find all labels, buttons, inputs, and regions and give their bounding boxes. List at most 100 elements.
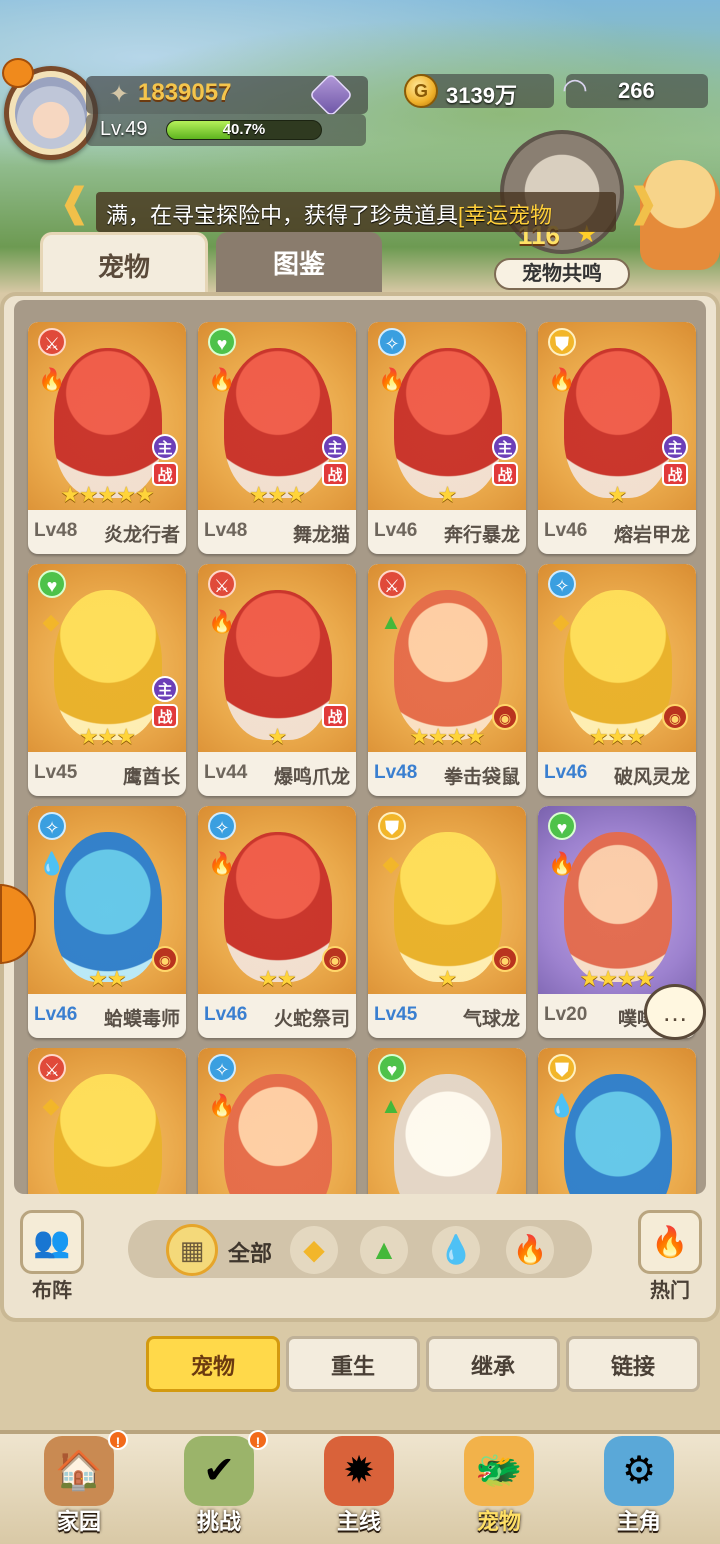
nav-home[interactable]: 🏠 ! 家园 xyxy=(24,1430,134,1540)
pet-name: 火蛇祭司 xyxy=(273,1009,350,1030)
filter-grass-icon[interactable]: ▲ xyxy=(360,1226,408,1274)
pet-portrait xyxy=(394,832,502,982)
filter-water-icon[interactable]: 💧 xyxy=(432,1226,480,1274)
fire-element-icon: 🔥 xyxy=(208,609,236,634)
pet-portrait xyxy=(54,590,162,740)
formation-button[interactable]: 👥 xyxy=(20,1210,84,1274)
star-rating: ★ xyxy=(607,482,628,507)
main-tag: 主 xyxy=(152,434,178,460)
pet-level: Lv44 xyxy=(204,762,248,783)
pet-portrait xyxy=(224,590,332,740)
chat-icon[interactable]: … xyxy=(644,984,706,1040)
water-element-icon: 💧 xyxy=(548,1093,576,1118)
pet-card[interactable]: ♥ 🔥 主 战 ★★★ Lv48 舞龙猫 xyxy=(198,322,356,554)
wings-icon: ✦ xyxy=(108,81,130,108)
pet-card[interactable]: ⛊ ◆ ◉ ★ Lv45 气球龙 xyxy=(368,806,526,1038)
subtab-link[interactable]: 链接 xyxy=(566,1336,700,1392)
pet-portrait xyxy=(224,1074,332,1194)
pet-level: Lv48 xyxy=(204,520,248,541)
pet-level: Lv46 xyxy=(204,1004,248,1025)
pet-name: 爆鸣爪龙 xyxy=(273,767,350,788)
pet-name: 破风灵龙 xyxy=(613,767,690,788)
pet-name: 鹰酋长 xyxy=(122,767,180,788)
filter-all-icon[interactable]: ▦ xyxy=(166,1224,218,1276)
heart-type-icon: ♥ xyxy=(38,570,66,598)
earth-element-icon: ◆ xyxy=(42,1093,60,1118)
star-rating: ★★★★★ xyxy=(60,482,155,507)
nav-main-quest-label: 主线 xyxy=(336,1509,381,1534)
pet-portrait xyxy=(394,1074,502,1194)
shield-type-icon: ⛊ xyxy=(548,1054,576,1082)
pet-card[interactable]: ⛊ 🔥 主 战 ★ Lv46 熔岩甲龙 xyxy=(538,322,696,554)
heart-type-icon: ♥ xyxy=(548,812,576,840)
pet-grid: ⚔ 🔥 主 战 ★★★★★ Lv48 炎龙行者 ♥ 🔥 主 战 ★★★ Lv48… xyxy=(14,300,706,1194)
alert-badge: ! xyxy=(108,1430,128,1450)
subtab-inherit[interactable]: 继承 xyxy=(426,1336,560,1392)
magic-type-icon: ✧ xyxy=(38,812,66,840)
heart-type-icon: ♥ xyxy=(208,328,236,356)
pet-portrait xyxy=(394,348,502,498)
fire-element-icon: 🔥 xyxy=(208,367,236,392)
gold-amount: 3139万 xyxy=(446,83,517,108)
hero-icon: ⚙ xyxy=(604,1436,674,1506)
pet-card[interactable]: ⚔ 🔥 战 ★ Lv44 爆鸣爪龙 xyxy=(198,564,356,796)
pet-card[interactable]: ✧ 🔥 主 战 ★ Lv46 奔行暴龙 xyxy=(368,322,526,554)
pets-dragon-icon: 🐲 xyxy=(464,1436,534,1506)
pet-portrait xyxy=(224,348,332,498)
resonance-label: 宠物共鸣 xyxy=(494,258,630,290)
subtab-rebirth[interactable]: 重生 xyxy=(286,1336,420,1392)
filter-earth-icon[interactable]: ◆ xyxy=(290,1226,338,1274)
pet-card[interactable]: ⚔ ▲ ◉ ★★★★ Lv48 拳击袋鼠 xyxy=(368,564,526,796)
shell-amount: 266 xyxy=(618,78,655,103)
pet-card[interactable]: ♥ ◆ 主 战 ★★★ Lv45 鹰酋长 xyxy=(28,564,186,796)
shell-icon: ◠ xyxy=(561,73,589,106)
star-rating: ★ xyxy=(437,482,458,507)
pet-portrait xyxy=(564,832,672,982)
hot-sort-button[interactable]: 🔥 xyxy=(638,1210,702,1274)
pet-card[interactable]: ✧ 🔥 xyxy=(198,1048,356,1194)
star-rating: ★★★ xyxy=(248,482,306,507)
horn-icon: ❰ xyxy=(626,181,660,225)
attack-type-icon: ⚔ xyxy=(208,570,236,598)
nav-main-quest[interactable]: ✹ 主线 xyxy=(304,1436,414,1540)
nav-hero[interactable]: ⚙ 主角 xyxy=(584,1436,694,1540)
main-tag: 主 xyxy=(662,434,688,460)
star-rating: ★★★ xyxy=(588,724,646,749)
pet-portrait xyxy=(564,590,672,740)
pet-level: Lv46 xyxy=(374,520,418,541)
magic-type-icon: ✧ xyxy=(378,328,406,356)
heart-type-icon: ♥ xyxy=(378,1054,406,1082)
star-rating: ★ xyxy=(267,724,288,749)
pet-name: 舞龙猫 xyxy=(292,525,350,546)
hot-label: 热门 xyxy=(650,1280,690,1302)
pet-level: Lv46 xyxy=(34,1004,78,1025)
star-rating: ★★★ xyxy=(78,724,136,749)
pet-card[interactable]: ⛊ 💧 xyxy=(538,1048,696,1194)
pet-card[interactable]: ✧ 💧 ◉ ★★ Lv46 蛤蟆毒师 xyxy=(28,806,186,1038)
pet-name: 熔岩甲龙 xyxy=(613,525,690,546)
pet-level: Lv48 xyxy=(374,762,418,783)
pet-card[interactable]: ✧ 🔥 ◉ ★★ Lv46 火蛇祭司 xyxy=(198,806,356,1038)
pet-name: 拳击袋鼠 xyxy=(443,767,520,788)
subtab-pets[interactable]: 宠物 xyxy=(146,1336,280,1392)
tab-collection[interactable]: 图鉴 xyxy=(216,232,382,298)
filter-fire-icon[interactable]: 🔥 xyxy=(506,1226,554,1274)
pet-name: 蛤蟆毒师 xyxy=(103,1009,180,1030)
water-element-icon: 💧 xyxy=(38,851,66,876)
pet-card[interactable]: ⚔ ◆ xyxy=(28,1048,186,1194)
pet-portrait xyxy=(224,832,332,982)
nav-challenge[interactable]: ✔ ! 挑战 xyxy=(164,1430,274,1540)
pet-card[interactable]: ♥ ▲ xyxy=(368,1048,526,1194)
magic-type-icon: ✧ xyxy=(208,812,236,840)
main-tag: 主 xyxy=(152,676,178,702)
nav-pets[interactable]: 🐲 宠物 xyxy=(444,1436,554,1540)
pet-card[interactable]: ⚔ 🔥 主 战 ★★★★★ Lv48 炎龙行者 xyxy=(28,322,186,554)
pet-card[interactable]: ✧ ◆ ◉ ★★★ Lv46 破风灵龙 xyxy=(538,564,696,796)
earth-element-icon: ◆ xyxy=(42,609,60,634)
filter-all-label[interactable]: 全部 xyxy=(228,1236,272,1268)
notice-prefix: 满，在寻宝探险中，获得了珍贵道具 xyxy=(106,203,459,228)
tab-pets[interactable]: 宠物 xyxy=(40,232,208,298)
magic-type-icon: ✧ xyxy=(208,1054,236,1082)
fire-element-icon: 🔥 xyxy=(548,851,576,876)
attack-type-icon: ⚔ xyxy=(38,1054,66,1082)
